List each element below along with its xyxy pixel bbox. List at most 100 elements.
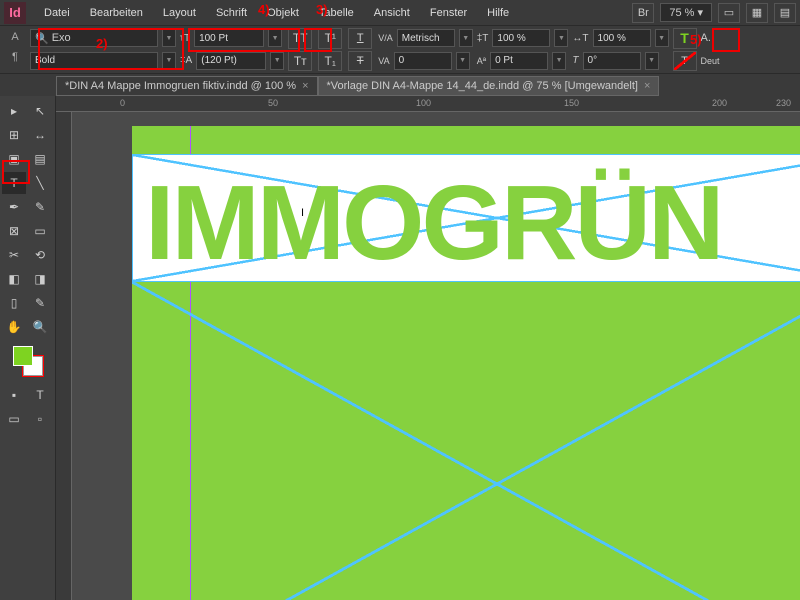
kerning-dropdown[interactable]: ▼ [459, 29, 473, 47]
menu-schrift[interactable]: Schrift [206, 7, 257, 19]
direct-selection-tool[interactable]: ↖ [28, 100, 52, 122]
annotation-label-2: 2) [96, 36, 108, 51]
pen-tool[interactable]: ✒ [2, 196, 26, 218]
type-tool[interactable]: T [2, 172, 26, 194]
apply-none-icon[interactable]: T [28, 384, 52, 406]
vscale-icon: ‡T [477, 33, 489, 44]
menu-fenster[interactable]: Fenster [420, 7, 477, 19]
font-style-field[interactable]: Bold [30, 52, 158, 70]
tracking-icon: VA [378, 56, 389, 66]
document-page[interactable]: IMMOGRÜN I [132, 126, 800, 600]
view-options-icon[interactable]: ▤ [774, 3, 796, 23]
tracking-dropdown[interactable]: ▼ [456, 52, 470, 70]
text-cursor-icon: I [301, 207, 313, 225]
menu-bar: Id Datei Bearbeiten Layout Schrift Objek… [0, 0, 800, 26]
search-icon: 🔍 [35, 32, 49, 45]
strikethrough-button[interactable]: T [348, 51, 372, 72]
gradient-swatch-tool[interactable]: ◧ [2, 268, 26, 290]
leading-dropdown[interactable]: ▼ [270, 52, 284, 70]
subscript-button[interactable]: T₁ [318, 51, 342, 72]
screen-mode-icon[interactable]: ▭ [718, 3, 740, 23]
annotation-label-3: 3) [316, 2, 328, 17]
gradient-feather-tool[interactable]: ◨ [28, 268, 52, 290]
close-icon[interactable]: × [302, 80, 308, 92]
leading-icon: ‡A [180, 55, 192, 66]
all-caps-button[interactable]: TT [288, 28, 312, 49]
pencil-tool[interactable]: ✎ [28, 196, 52, 218]
font-size-field[interactable]: 100 Pt [194, 29, 264, 47]
rectangle-frame-tool[interactable]: ⊠ [2, 220, 26, 242]
hscale-field[interactable]: 100 % [593, 29, 651, 47]
leading-field[interactable]: (120 Pt) [196, 52, 266, 70]
vscale-field[interactable]: 100 % [492, 29, 550, 47]
line-tool[interactable]: ╲ [28, 172, 52, 194]
control-panel: A ¶ 🔍Exo ▼ Bold ▼ τT 100 Pt ▼ ‡A (120 Pt… [0, 26, 800, 74]
font-dropdown[interactable]: ▼ [162, 29, 176, 47]
baseline-field[interactable]: 0 Pt [490, 52, 548, 70]
gap-tool[interactable]: ↔ [28, 124, 52, 146]
menu-hilfe[interactable]: Hilfe [477, 7, 519, 19]
headline-text[interactable]: IMMOGRÜN [145, 163, 722, 284]
small-caps-button[interactable]: Tᴛ [288, 51, 312, 72]
character-mode-icon[interactable]: A [6, 28, 24, 46]
zoom-level[interactable]: 75 % ▾ [660, 3, 712, 22]
close-icon[interactable]: × [644, 80, 650, 92]
menu-datei[interactable]: Datei [34, 7, 80, 19]
apply-color-icon[interactable]: ▪ [2, 384, 26, 406]
selection-tool[interactable]: ▸ [2, 100, 26, 122]
skew-dropdown[interactable]: ▼ [645, 52, 659, 70]
arrange-icon[interactable]: ▦ [746, 3, 768, 23]
normal-view-icon[interactable]: ▭ [2, 408, 26, 430]
vscale-dropdown[interactable]: ▼ [554, 29, 568, 47]
preview-icon[interactable]: ▫ [28, 408, 52, 430]
page-tool[interactable]: ⊞ [2, 124, 26, 146]
skew-field[interactable]: 0° [583, 52, 641, 70]
skew-icon: T [572, 55, 578, 66]
canvas-area[interactable]: IMMOGRÜN I [72, 112, 800, 600]
content-placer-tool[interactable]: ▤ [28, 148, 52, 170]
size-dropdown[interactable]: ▼ [268, 29, 282, 47]
hand-tool[interactable]: ✋ [2, 316, 26, 338]
zoom-tool[interactable]: 🔍 [28, 316, 52, 338]
fill-swatch[interactable] [13, 346, 33, 366]
eyedropper-tool[interactable]: ✎ [28, 292, 52, 314]
content-collector-tool[interactable]: ▣ [2, 148, 26, 170]
menu-layout[interactable]: Layout [153, 7, 206, 19]
font-size-icon: τT [180, 33, 190, 44]
text-frame[interactable]: IMMOGRÜN I [132, 154, 800, 282]
menu-bearbeiten[interactable]: Bearbeiten [80, 7, 153, 19]
annotation-label-5: 5) [690, 32, 702, 47]
frame-diagonal [132, 282, 800, 600]
font-family-field[interactable]: 🔍Exo [30, 29, 158, 47]
superscript-button[interactable]: T¹ [318, 28, 342, 49]
hscale-dropdown[interactable]: ▼ [655, 29, 669, 47]
rectangle-tool[interactable]: ▭ [28, 220, 52, 242]
style-dropdown[interactable]: ▼ [162, 52, 176, 70]
language-label[interactable]: Deut [701, 56, 720, 66]
vertical-ruler[interactable] [56, 112, 72, 600]
tab-doc-1[interactable]: *DIN A4 Mappe Immogruen fiktiv.indd @ 10… [56, 76, 318, 96]
paragraph-mode-icon[interactable]: ¶ [6, 48, 24, 66]
horizontal-ruler[interactable]: 0 50 100 150 200 230 [56, 96, 800, 112]
annotation-label-4: 4) [258, 2, 270, 17]
tab-doc-2[interactable]: *Vorlage DIN A4-Mappe 14_44_de.indd @ 75… [318, 76, 660, 96]
scissors-tool[interactable]: ✂ [2, 244, 26, 266]
tracking-field[interactable]: 0 [394, 52, 452, 70]
color-swatch[interactable] [13, 346, 43, 376]
bridge-icon[interactable]: Br [632, 3, 654, 23]
menu-ansicht[interactable]: Ansicht [364, 7, 420, 19]
lower-frame[interactable] [132, 282, 800, 600]
transform-tool[interactable]: ⟲ [28, 244, 52, 266]
stroke-text-button[interactable]: T [673, 51, 697, 72]
hscale-icon: ↔T [572, 33, 588, 44]
baseline-dropdown[interactable]: ▼ [552, 52, 566, 70]
kerning-field[interactable]: Metrisch [397, 29, 455, 47]
underline-button[interactable]: T [348, 28, 372, 49]
document-tabs: *DIN A4 Mappe Immogruen fiktiv.indd @ 10… [0, 74, 800, 96]
char-style-icon: A. [701, 32, 711, 44]
baseline-icon: Aª [477, 56, 486, 66]
kerning-icon: V/A [378, 33, 393, 43]
note-tool[interactable]: ▯ [2, 292, 26, 314]
tool-panel: ▸↖ ⊞↔ ▣▤ T╲ ✒✎ ⊠▭ ✂⟲ ◧◨ ▯✎ ✋🔍 ▪T ▭▫ [0, 96, 56, 600]
indesign-logo-icon: Id [4, 2, 26, 24]
